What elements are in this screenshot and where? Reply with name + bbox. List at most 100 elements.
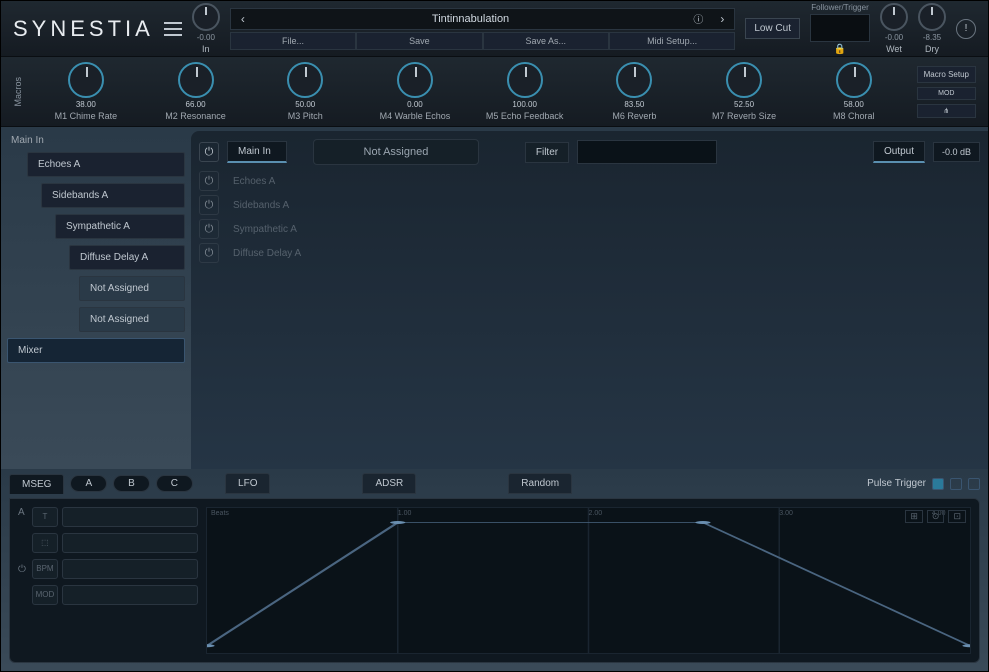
mod-ctrl-field[interactable] bbox=[62, 507, 198, 527]
graph-x-unit: Beats bbox=[211, 510, 229, 517]
macro-value: 100.00 bbox=[512, 100, 536, 109]
channel-power-button[interactable]: ⏻ bbox=[199, 243, 219, 263]
macro-value: 50.00 bbox=[295, 100, 315, 109]
macro-label: M2 Resonance bbox=[165, 111, 226, 121]
wet-label: Wet bbox=[886, 44, 902, 54]
macro-knob-1[interactable]: 38.00 M1 Chime Rate bbox=[31, 62, 141, 121]
save-as-button[interactable]: Save As... bbox=[483, 32, 609, 50]
preset-info-icon[interactable]: ⓘ bbox=[686, 11, 710, 26]
pulse-led-2[interactable] bbox=[950, 478, 962, 490]
save-button[interactable]: Save bbox=[356, 32, 482, 50]
graph-tick-1: 1.00 bbox=[398, 510, 412, 517]
mseg-slot-a[interactable]: A bbox=[70, 475, 107, 492]
macro-knob-6[interactable]: 83.50 M6 Reverb bbox=[580, 62, 690, 121]
tab-mseg[interactable]: MSEG bbox=[9, 474, 64, 494]
mod-graph-icon[interactable]: ⋔ bbox=[917, 104, 976, 118]
graph-fit-icon[interactable]: ⊡ bbox=[948, 510, 966, 523]
tab-adsr[interactable]: ADSR bbox=[362, 473, 416, 494]
channel-row-label[interactable]: Echoes A bbox=[225, 172, 283, 191]
macro-value: 0.00 bbox=[407, 100, 423, 109]
macro-knob-3[interactable]: 50.00 M3 Pitch bbox=[250, 62, 360, 121]
channel-row-label[interactable]: Sympathetic A bbox=[225, 220, 305, 239]
macro-knob-7[interactable]: 52.50M7 Reverb Size bbox=[689, 62, 799, 121]
macro-knob-5[interactable]: 100.00 M5 Echo Feedback bbox=[470, 62, 580, 121]
channel-power-button[interactable]: ⏻ bbox=[199, 142, 219, 162]
output-label[interactable]: Output bbox=[873, 141, 925, 163]
mseg-slot-c[interactable]: C bbox=[156, 475, 193, 492]
macro-knob-2[interactable]: 66.00M2 Resonance bbox=[141, 62, 251, 121]
channel-row-label[interactable]: Sidebands A bbox=[225, 196, 297, 215]
app-logo: SYNESTIA bbox=[13, 16, 154, 42]
wet-value: -0.00 bbox=[885, 33, 903, 42]
output-db-value[interactable]: -0.0 dB bbox=[933, 142, 980, 162]
tree-node[interactable]: Echoes A bbox=[27, 152, 185, 177]
graph-zoom-icon[interactable]: ⊙ bbox=[927, 510, 945, 523]
tree-node[interactable]: Mixer bbox=[7, 338, 185, 363]
pulse-led-1[interactable] bbox=[932, 478, 944, 490]
mod-routing-button[interactable]: MOD bbox=[917, 87, 976, 100]
tree-node[interactable]: Not Assigned bbox=[79, 307, 185, 332]
macro-value: 58.00 bbox=[844, 100, 864, 109]
lock-icon[interactable]: 🔒 bbox=[834, 44, 846, 55]
mseg-power-icon[interactable]: ⏻ bbox=[18, 564, 26, 575]
dry-knob[interactable]: -8.35 Dry bbox=[918, 3, 946, 54]
tab-lfo[interactable]: LFO bbox=[225, 473, 270, 494]
mseg-side-label: A bbox=[18, 507, 26, 518]
preset-next-button[interactable]: › bbox=[710, 12, 734, 26]
tree-node[interactable]: Sidebands A bbox=[41, 183, 185, 208]
macros-section-label: Macros bbox=[13, 77, 23, 107]
file-button[interactable]: File... bbox=[230, 32, 356, 50]
macro-label: M5 Echo Feedback bbox=[486, 111, 564, 121]
macro-setup-button[interactable]: Macro Setup bbox=[917, 66, 976, 83]
filter-button[interactable]: Filter bbox=[525, 142, 569, 163]
channel-power-button[interactable]: ⏻ bbox=[199, 219, 219, 239]
mseg-envelope-graph[interactable]: Beats 1.00 2.00 3.00 4.00 ⊞ ⊙ ⊡ bbox=[206, 507, 971, 654]
warning-icon[interactable]: ! bbox=[956, 19, 976, 39]
tree-root-label: Main In bbox=[7, 135, 185, 146]
pulse-trigger-label: Pulse Trigger bbox=[867, 478, 926, 489]
graph-tick-2: 2.00 bbox=[589, 510, 603, 517]
channel-power-button[interactable]: ⏻ bbox=[199, 195, 219, 215]
tab-random[interactable]: Random bbox=[508, 473, 572, 494]
macro-knob-8[interactable]: 58.00 M8 Choral bbox=[799, 62, 909, 121]
tree-node[interactable]: Diffuse Delay A bbox=[69, 245, 185, 270]
mod-ctrl-button[interactable]: BPM bbox=[32, 559, 58, 579]
input-gain-label: In bbox=[202, 44, 210, 54]
macro-label: M1 Chime Rate bbox=[55, 111, 118, 121]
macro-label: M4 Warble Echos bbox=[380, 111, 451, 121]
mod-ctrl-button[interactable]: MOD bbox=[32, 585, 58, 605]
channel-row-label[interactable]: Diffuse Delay A bbox=[225, 244, 309, 263]
channel-power-button[interactable]: ⏻ bbox=[199, 171, 219, 191]
pulse-led-3[interactable] bbox=[968, 478, 980, 490]
graph-tick-3: 3.00 bbox=[779, 510, 793, 517]
preset-name[interactable]: Tintinnabulation bbox=[255, 13, 687, 25]
follower-display[interactable] bbox=[810, 14, 870, 42]
mod-ctrl-button[interactable]: ⬚ bbox=[32, 533, 58, 553]
lowcut-button[interactable]: Low Cut bbox=[745, 18, 800, 39]
filter-display[interactable] bbox=[577, 140, 717, 164]
graph-snap-icon[interactable]: ⊞ bbox=[905, 510, 923, 523]
macro-label: M6 Reverb bbox=[612, 111, 656, 121]
mod-ctrl-field[interactable] bbox=[62, 585, 198, 605]
macro-label: M3 Pitch bbox=[288, 111, 323, 121]
follower-label: Follower/Trigger bbox=[811, 3, 869, 12]
effect-slot[interactable]: Not Assigned bbox=[313, 139, 479, 165]
tree-node[interactable]: Not Assigned bbox=[79, 276, 185, 301]
mod-ctrl-field[interactable] bbox=[62, 559, 198, 579]
macro-value: 38.00 bbox=[76, 100, 96, 109]
macro-label: M8 Choral bbox=[833, 111, 875, 121]
preset-prev-button[interactable]: ‹ bbox=[231, 12, 255, 26]
macro-value: 83.50 bbox=[624, 100, 644, 109]
macro-knob-4[interactable]: 0.00 M4 Warble Echos bbox=[360, 62, 470, 121]
macro-label: M7 Reverb Size bbox=[712, 111, 776, 121]
channel-name[interactable]: Main In bbox=[227, 141, 287, 163]
mod-ctrl-field[interactable] bbox=[62, 533, 198, 553]
tree-node[interactable]: Sympathetic A bbox=[55, 214, 185, 239]
mseg-slot-b[interactable]: B bbox=[113, 475, 150, 492]
midi-setup-button[interactable]: Midi Setup... bbox=[609, 32, 735, 50]
input-gain-knob[interactable]: -0.00 In bbox=[192, 3, 220, 54]
dry-label: Dry bbox=[925, 44, 939, 54]
mod-ctrl-button[interactable]: T bbox=[32, 507, 58, 527]
wet-knob[interactable]: -0.00 Wet bbox=[880, 3, 908, 54]
hamburger-menu-icon[interactable] bbox=[164, 22, 182, 36]
